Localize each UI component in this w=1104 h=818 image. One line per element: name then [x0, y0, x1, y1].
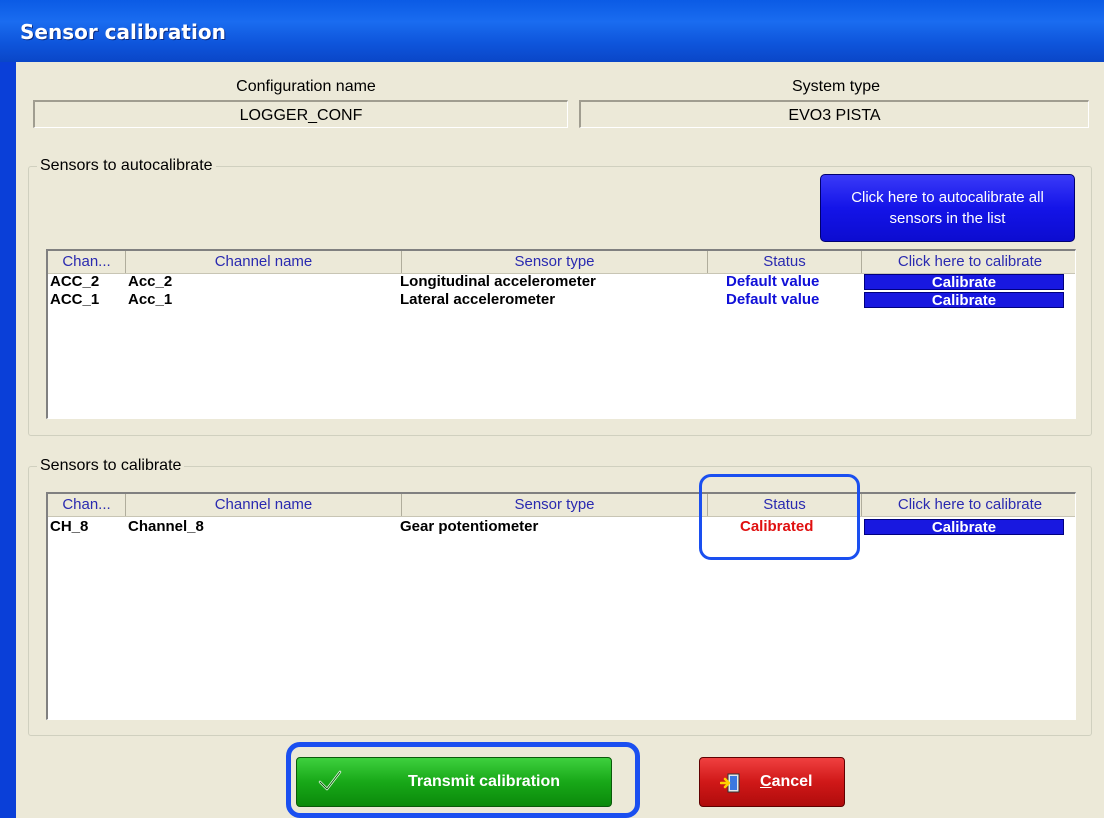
column-header-chan[interactable]: Chan... [48, 494, 126, 516]
dialog-body: Configuration name System type LOGGER_CO… [16, 62, 1104, 818]
calibrate-list-header: Chan... Channel name Sensor type Status … [48, 494, 1075, 517]
autocalibrate-group-title: Sensors to autocalibrate [37, 157, 216, 175]
column-header-chan[interactable]: Chan... [48, 251, 126, 273]
sensor-calibration-window: Sensor calibration Configuration name Sy… [0, 0, 1104, 818]
cancel-button[interactable]: Cancel [699, 757, 845, 807]
cancel-mnemonic: C [760, 773, 772, 790]
calibrate-list[interactable]: Chan... Channel name Sensor type Status … [46, 492, 1076, 720]
transmit-calibration-label: Transmit calibration [407, 773, 561, 790]
column-header-channel-name[interactable]: Channel name [126, 494, 402, 516]
row-chan: ACC_2 [50, 273, 100, 290]
row-sensor-type: Longitudinal accelerometer [400, 273, 596, 290]
calibrate-button[interactable]: Calibrate [864, 519, 1064, 536]
check-icon [318, 770, 342, 791]
system-type-label: System type [791, 78, 881, 95]
row-sensor-type: Gear potentiometer [400, 518, 539, 535]
title-bar[interactable]: Sensor calibration [0, 0, 1104, 62]
autocalibrate-list[interactable]: Chan... Channel name Sensor type Status … [46, 249, 1076, 419]
status-highlight-box [699, 474, 860, 560]
row-channel-name: Acc_2 [128, 273, 173, 290]
cancel-label: Cancel [760, 758, 812, 806]
row-channel-name: Channel_8 [128, 518, 204, 535]
row-chan: ACC_1 [50, 291, 100, 308]
table-row[interactable]: CH_8 Channel_8 Gear potentiometer Calibr… [48, 518, 1075, 536]
config-name-label: Configuration name [236, 78, 376, 95]
column-header-channel-name[interactable]: Channel name [126, 251, 402, 273]
column-header-sensor-type[interactable]: Sensor type [402, 251, 708, 273]
column-header-sensor-type[interactable]: Sensor type [402, 494, 708, 516]
row-sensor-type: Lateral accelerometer [400, 291, 556, 308]
window-title: Sensor calibration [20, 20, 226, 44]
row-chan: CH_8 [50, 518, 89, 535]
cancel-label-rest: ancel [771, 773, 813, 790]
config-name-field: LOGGER_CONF [33, 100, 568, 128]
column-header-calibrate[interactable]: Click here to calibrate [862, 494, 1075, 516]
transmit-calibration-button[interactable]: Transmit calibration [296, 757, 612, 807]
exit-icon [720, 773, 740, 793]
autocalibrate-list-header: Chan... Channel name Sensor type Status … [48, 251, 1075, 274]
calibrate-button[interactable]: Calibrate [864, 292, 1064, 309]
column-header-status[interactable]: Status [708, 251, 862, 273]
autocalibrate-all-button[interactable]: Click here to autocalibrate all sensors … [820, 174, 1075, 242]
row-status: Default value [726, 291, 820, 308]
system-type-field: EVO3 PISTA [579, 100, 1089, 128]
row-status: Default value [726, 273, 820, 290]
calibrate-group-title: Sensors to calibrate [37, 457, 185, 475]
calibrate-button[interactable]: Calibrate [864, 274, 1064, 291]
table-row[interactable]: ACC_1 Acc_1 Lateral accelerometer Defaul… [48, 291, 1075, 309]
table-row[interactable]: ACC_2 Acc_2 Longitudinal accelerometer D… [48, 273, 1075, 291]
row-channel-name: Acc_1 [128, 291, 173, 308]
column-header-calibrate[interactable]: Click here to calibrate [862, 251, 1075, 273]
